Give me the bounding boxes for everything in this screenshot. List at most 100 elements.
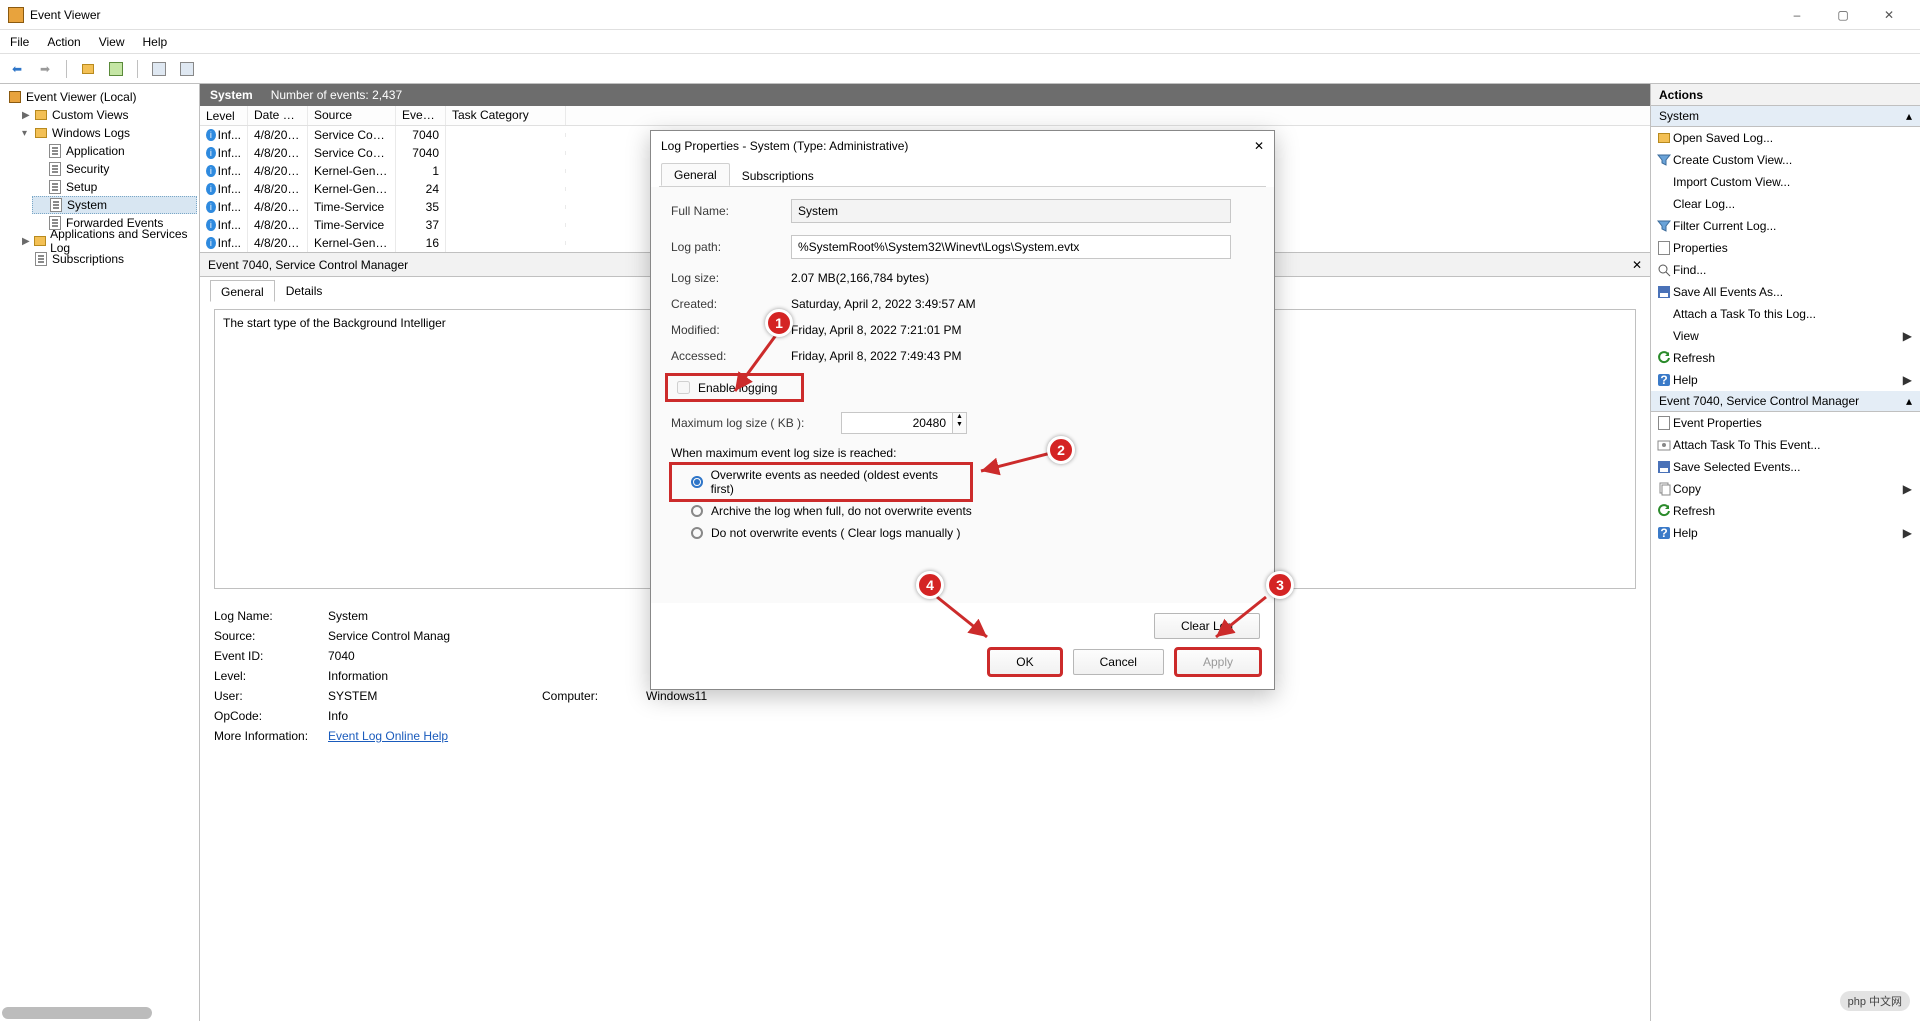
action-item[interactable]: Save Selected Events... bbox=[1651, 456, 1920, 478]
action-item-label: Help bbox=[1673, 526, 1698, 540]
blank-icon bbox=[1657, 307, 1671, 321]
action-item-label: Refresh bbox=[1673, 351, 1715, 365]
action-item[interactable]: Save All Events As... bbox=[1651, 281, 1920, 303]
action-item[interactable]: Properties bbox=[1651, 237, 1920, 259]
action-item[interactable]: Open Saved Log... bbox=[1651, 127, 1920, 149]
action-item[interactable]: ?Help▶ bbox=[1651, 522, 1920, 544]
lbl-computer: Computer: bbox=[542, 689, 632, 703]
funnel-icon bbox=[1657, 219, 1671, 233]
radio-archive[interactable]: Archive the log when full, do not overwr… bbox=[671, 500, 1254, 522]
toolbar-separator bbox=[66, 60, 67, 78]
menu-file[interactable]: File bbox=[10, 35, 29, 49]
disk-icon bbox=[1657, 460, 1671, 474]
forward-button[interactable]: ➡ bbox=[34, 58, 56, 80]
center-header-count: Number of events: 2,437 bbox=[271, 88, 402, 102]
radio-dont-overwrite[interactable]: Do not overwrite events ( Clear logs man… bbox=[671, 522, 1254, 544]
disk-icon bbox=[1657, 285, 1671, 299]
tree-item[interactable]: ▶Custom Views bbox=[18, 106, 199, 124]
lbl-more: More Information: bbox=[214, 729, 314, 743]
action-item[interactable]: Find... bbox=[1651, 259, 1920, 281]
info-icon: i bbox=[206, 165, 216, 177]
action-item[interactable]: Copy▶ bbox=[1651, 478, 1920, 500]
col-level[interactable]: Level bbox=[200, 106, 248, 125]
detail-tab-details[interactable]: Details bbox=[275, 279, 334, 301]
clear-log-button[interactable]: Clear Log bbox=[1154, 613, 1260, 639]
center-header: System Number of events: 2,437 bbox=[200, 84, 1650, 106]
action-item[interactable]: Clear Log... bbox=[1651, 193, 1920, 215]
lbl-eventid: Event ID: bbox=[214, 649, 314, 663]
apply-button[interactable]: Apply bbox=[1176, 649, 1260, 675]
enable-logging-checkbox[interactable] bbox=[677, 381, 690, 394]
action-item-label: Clear Log... bbox=[1673, 197, 1735, 211]
max-size-value[interactable] bbox=[842, 413, 952, 433]
tree-item[interactable]: ▶Applications and Services Log bbox=[18, 232, 199, 250]
action-item[interactable]: Filter Current Log... bbox=[1651, 215, 1920, 237]
toolbar-btn-1[interactable] bbox=[77, 58, 99, 80]
action-item-label: Filter Current Log... bbox=[1673, 219, 1776, 233]
max-size-input[interactable]: ▲▼ bbox=[841, 412, 967, 434]
val-logsize: 2.07 MB(2,166,784 bytes) bbox=[791, 271, 929, 285]
tree-root[interactable]: Event Viewer (Local) bbox=[4, 88, 199, 106]
val-logpath[interactable]: %SystemRoot%\System32\Winevt\Logs\System… bbox=[791, 235, 1231, 259]
copy-icon bbox=[1657, 482, 1671, 496]
toolbar-btn-3[interactable] bbox=[148, 58, 170, 80]
col-date[interactable]: Date an... bbox=[248, 106, 308, 125]
annotation-badge-4: 4 bbox=[916, 571, 944, 599]
action-item[interactable]: Refresh bbox=[1651, 347, 1920, 369]
dialog-tab-general[interactable]: General bbox=[661, 163, 730, 186]
cell-task bbox=[446, 223, 566, 227]
actions-section-system[interactable]: System ▴ bbox=[1651, 106, 1920, 127]
back-button[interactable]: ⬅ bbox=[6, 58, 28, 80]
col-task[interactable]: Task Category bbox=[446, 106, 566, 125]
spin-buttons[interactable]: ▲▼ bbox=[952, 413, 966, 433]
cell-task bbox=[446, 187, 566, 191]
action-item[interactable]: Import Custom View... bbox=[1651, 171, 1920, 193]
maximize-button[interactable]: ▢ bbox=[1820, 0, 1866, 30]
collapse-icon[interactable]: ▴ bbox=[1906, 394, 1912, 408]
cell-date: 4/8/202... bbox=[248, 126, 308, 144]
detail-heading: Event 7040, Service Control Manager bbox=[208, 258, 408, 272]
cell-event: 7040 bbox=[396, 144, 446, 162]
detail-close-icon[interactable]: ✕ bbox=[1632, 258, 1642, 272]
action-item[interactable]: ?Help▶ bbox=[1651, 369, 1920, 391]
val-modified: Friday, April 8, 2022 7:21:01 PM bbox=[791, 323, 962, 337]
tree-item[interactable]: ▾Windows Logs bbox=[18, 124, 199, 142]
action-item[interactable]: View▶ bbox=[1651, 325, 1920, 347]
action-item[interactable]: Create Custom View... bbox=[1651, 149, 1920, 171]
actions-section-event[interactable]: Event 7040, Service Control Manager ▴ bbox=[1651, 391, 1920, 412]
props-icon bbox=[1657, 241, 1671, 255]
event-log-online-help-link[interactable]: Event Log Online Help bbox=[328, 729, 448, 743]
cancel-button[interactable]: Cancel bbox=[1073, 649, 1164, 675]
dialog-close-icon[interactable]: ✕ bbox=[1254, 139, 1264, 153]
tree-item[interactable]: Security bbox=[32, 160, 199, 178]
close-button[interactable]: ✕ bbox=[1866, 0, 1912, 30]
toolbar-btn-2[interactable] bbox=[105, 58, 127, 80]
grid-header[interactable]: Level Date an... Source Event... Task Ca… bbox=[200, 106, 1650, 126]
menu-action[interactable]: Action bbox=[47, 35, 80, 49]
action-item[interactable]: Event Properties bbox=[1651, 412, 1920, 434]
radio-overwrite[interactable]: Overwrite events as needed (oldest event… bbox=[671, 464, 971, 500]
minimize-button[interactable]: – bbox=[1774, 0, 1820, 30]
cell-level: Inf... bbox=[218, 200, 241, 214]
detail-tab-general[interactable]: General bbox=[210, 280, 275, 302]
actions-section-event-label: Event 7040, Service Control Manager bbox=[1659, 394, 1859, 408]
collapse-icon[interactable]: ▴ bbox=[1906, 109, 1912, 123]
tree-item[interactable]: Setup bbox=[32, 178, 199, 196]
tree-item[interactable]: System bbox=[32, 196, 197, 214]
col-event[interactable]: Event... bbox=[396, 106, 446, 125]
action-item[interactable]: Refresh bbox=[1651, 500, 1920, 522]
tree-scrollbar[interactable] bbox=[2, 1007, 152, 1019]
action-item[interactable]: Attach Task To This Event... bbox=[1651, 434, 1920, 456]
tree-item[interactable]: Application bbox=[32, 142, 199, 160]
menu-help[interactable]: Help bbox=[143, 35, 168, 49]
toolbar-btn-4[interactable] bbox=[176, 58, 198, 80]
dialog-tab-subscriptions[interactable]: Subscriptions bbox=[730, 165, 826, 186]
ok-button[interactable]: OK bbox=[989, 649, 1060, 675]
cell-level: Inf... bbox=[218, 236, 241, 250]
action-item[interactable]: Attach a Task To this Log... bbox=[1651, 303, 1920, 325]
tree-item-label: Security bbox=[66, 162, 109, 176]
menu-view[interactable]: View bbox=[99, 35, 125, 49]
col-source[interactable]: Source bbox=[308, 106, 396, 125]
dialog-title: Log Properties - System (Type: Administr… bbox=[661, 139, 1254, 153]
action-item-label: Refresh bbox=[1673, 504, 1715, 518]
